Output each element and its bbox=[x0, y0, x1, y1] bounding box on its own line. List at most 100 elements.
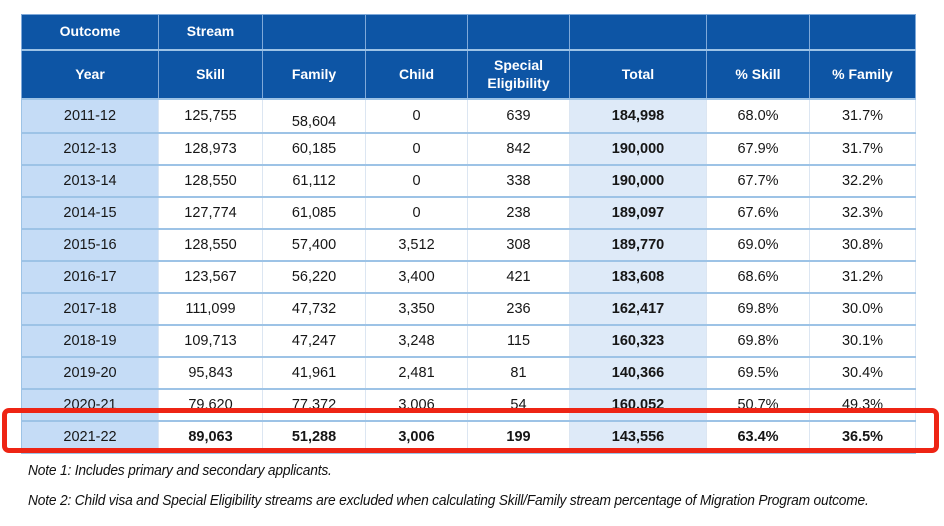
cell-total-2013-14: 190,000 bbox=[570, 165, 707, 197]
header-row-top: Outcome Stream bbox=[22, 15, 916, 51]
footnotes: Note 1: Includes primary and secondary a… bbox=[28, 461, 928, 521]
column-header-pct-skill: % Skill bbox=[707, 50, 810, 99]
cell-child-2019-20: 2,481 bbox=[366, 357, 468, 389]
table-header: Outcome Stream Year Skill Family Child S… bbox=[22, 15, 916, 100]
cell-special-2015-16: 308 bbox=[468, 229, 570, 261]
note-1: Note 1: Includes primary and secondary a… bbox=[28, 461, 883, 482]
cell-year-2016-17: 2016-17 bbox=[22, 261, 159, 293]
cell-total-2020-21: 160,052 bbox=[570, 389, 707, 421]
cell-year-2019-20: 2019-20 bbox=[22, 357, 159, 389]
cell-pct_family-2014-15: 32.3% bbox=[810, 197, 916, 229]
cell-special-2018-19: 115 bbox=[468, 325, 570, 357]
column-header-total: Total bbox=[570, 50, 707, 99]
cell-pct_skill-2019-20: 69.5% bbox=[707, 357, 810, 389]
cell-total-2017-18: 162,417 bbox=[570, 293, 707, 325]
cell-year-2014-15: 2014-15 bbox=[22, 197, 159, 229]
cell-skill-2021-22: 89,063 bbox=[159, 421, 263, 453]
cell-special-2014-15: 238 bbox=[468, 197, 570, 229]
cell-child-2016-17: 3,400 bbox=[366, 261, 468, 293]
cell-year-2011-12: 2011-12 bbox=[22, 99, 159, 133]
table-row-2016-17: 2016-17123,56756,2203,400421183,60868.6%… bbox=[22, 261, 916, 293]
cell-family-2019-20: 41,961 bbox=[263, 357, 366, 389]
cell-pct_skill-2015-16: 69.0% bbox=[707, 229, 810, 261]
cell-year-2015-16: 2015-16 bbox=[22, 229, 159, 261]
table-row-2012-13: 2012-13128,97360,1850842190,00067.9%31.7… bbox=[22, 133, 916, 165]
table-row-2021-22: 2021-2289,06351,2883,006199143,55663.4%3… bbox=[22, 421, 916, 453]
header-row-columns: Year Skill Family Child Special Eligibil… bbox=[22, 50, 916, 99]
column-header-special-eligibility: Special Eligibility bbox=[468, 50, 570, 99]
column-header-skill: Skill bbox=[159, 50, 263, 99]
header-top-empty bbox=[366, 15, 468, 51]
cell-pct_family-2020-21: 49.3% bbox=[810, 389, 916, 421]
table-row-2018-19: 2018-19109,71347,2473,248115160,32369.8%… bbox=[22, 325, 916, 357]
cell-pct_family-2021-22: 36.5% bbox=[810, 421, 916, 453]
cell-total-2016-17: 183,608 bbox=[570, 261, 707, 293]
cell-pct_family-2019-20: 30.4% bbox=[810, 357, 916, 389]
cell-total-2012-13: 190,000 bbox=[570, 133, 707, 165]
cell-year-2012-13: 2012-13 bbox=[22, 133, 159, 165]
cell-total-2021-22: 143,556 bbox=[570, 421, 707, 453]
cell-year-2013-14: 2013-14 bbox=[22, 165, 159, 197]
header-top-empty bbox=[468, 15, 570, 51]
column-header-child: Child bbox=[366, 50, 468, 99]
cell-child-2020-21: 3,006 bbox=[366, 389, 468, 421]
table-row-2015-16: 2015-16128,55057,4003,512308189,77069.0%… bbox=[22, 229, 916, 261]
cell-skill-2020-21: 79,620 bbox=[159, 389, 263, 421]
header-top-empty bbox=[570, 15, 707, 51]
cell-pct_skill-2017-18: 69.8% bbox=[707, 293, 810, 325]
cell-pct_skill-2013-14: 67.7% bbox=[707, 165, 810, 197]
header-top-empty bbox=[707, 15, 810, 51]
cell-special-2016-17: 421 bbox=[468, 261, 570, 293]
column-header-pct-family: % Family bbox=[810, 50, 916, 99]
header-stream: Stream bbox=[159, 15, 263, 51]
cell-skill-2018-19: 109,713 bbox=[159, 325, 263, 357]
cell-skill-2019-20: 95,843 bbox=[159, 357, 263, 389]
cell-pct_family-2013-14: 32.2% bbox=[810, 165, 916, 197]
table-row-2014-15: 2014-15127,77461,0850238189,09767.6%32.3… bbox=[22, 197, 916, 229]
cell-skill-2014-15: 127,774 bbox=[159, 197, 263, 229]
cell-family-2021-22: 51,288 bbox=[263, 421, 366, 453]
table-row-2017-18: 2017-18111,09947,7323,350236162,41769.8%… bbox=[22, 293, 916, 325]
cell-total-2015-16: 189,770 bbox=[570, 229, 707, 261]
cell-year-2018-19: 2018-19 bbox=[22, 325, 159, 357]
cell-family-2015-16: 57,400 bbox=[263, 229, 366, 261]
header-top-empty bbox=[263, 15, 366, 51]
cell-pct_skill-2014-15: 67.6% bbox=[707, 197, 810, 229]
cell-pct_skill-2016-17: 68.6% bbox=[707, 261, 810, 293]
column-header-family: Family bbox=[263, 50, 366, 99]
cell-pct_family-2015-16: 30.8% bbox=[810, 229, 916, 261]
cell-skill-2012-13: 128,973 bbox=[159, 133, 263, 165]
cell-special-2017-18: 236 bbox=[468, 293, 570, 325]
cell-child-2021-22: 3,006 bbox=[366, 421, 468, 453]
cell-skill-2015-16: 128,550 bbox=[159, 229, 263, 261]
cell-family-2020-21: 77,372 bbox=[263, 389, 366, 421]
cell-pct_family-2012-13: 31.7% bbox=[810, 133, 916, 165]
cell-family-2013-14: 61,112 bbox=[263, 165, 366, 197]
cell-pct_skill-2012-13: 67.9% bbox=[707, 133, 810, 165]
cell-pct_skill-2020-21: 50.7% bbox=[707, 389, 810, 421]
cell-family-2012-13: 60,185 bbox=[263, 133, 366, 165]
migration-program-table: Outcome Stream Year Skill Family Child S… bbox=[21, 14, 916, 454]
table-row-2019-20: 2019-2095,84341,9612,48181140,36669.5%30… bbox=[22, 357, 916, 389]
cell-child-2012-13: 0 bbox=[366, 133, 468, 165]
cell-special-2021-22: 199 bbox=[468, 421, 570, 453]
header-top-empty bbox=[810, 15, 916, 51]
cell-year-2020-21: 2020-21 bbox=[22, 389, 159, 421]
cell-child-2011-12: 0 bbox=[366, 99, 468, 133]
cell-family-2017-18: 47,732 bbox=[263, 293, 366, 325]
cell-year-2017-18: 2017-18 bbox=[22, 293, 159, 325]
cell-total-2011-12: 184,998 bbox=[570, 99, 707, 133]
cell-special-2020-21: 54 bbox=[468, 389, 570, 421]
cell-special-2019-20: 81 bbox=[468, 357, 570, 389]
cell-pct_skill-2021-22: 63.4% bbox=[707, 421, 810, 453]
cell-skill-2017-18: 111,099 bbox=[159, 293, 263, 325]
cell-pct_family-2016-17: 31.2% bbox=[810, 261, 916, 293]
cell-family-2018-19: 47,247 bbox=[263, 325, 366, 357]
cell-child-2014-15: 0 bbox=[366, 197, 468, 229]
table-row-2020-21: 2020-2179,62077,3723,00654160,05250.7%49… bbox=[22, 389, 916, 421]
page: Outcome Stream Year Skill Family Child S… bbox=[0, 0, 944, 526]
cell-skill-2011-12: 125,755 bbox=[159, 99, 263, 133]
table-row-2011-12: 2011-12125,75558,6040639184,99868.0%31.7… bbox=[22, 99, 916, 133]
cell-special-2011-12: 639 bbox=[468, 99, 570, 133]
cell-family-2016-17: 56,220 bbox=[263, 261, 366, 293]
